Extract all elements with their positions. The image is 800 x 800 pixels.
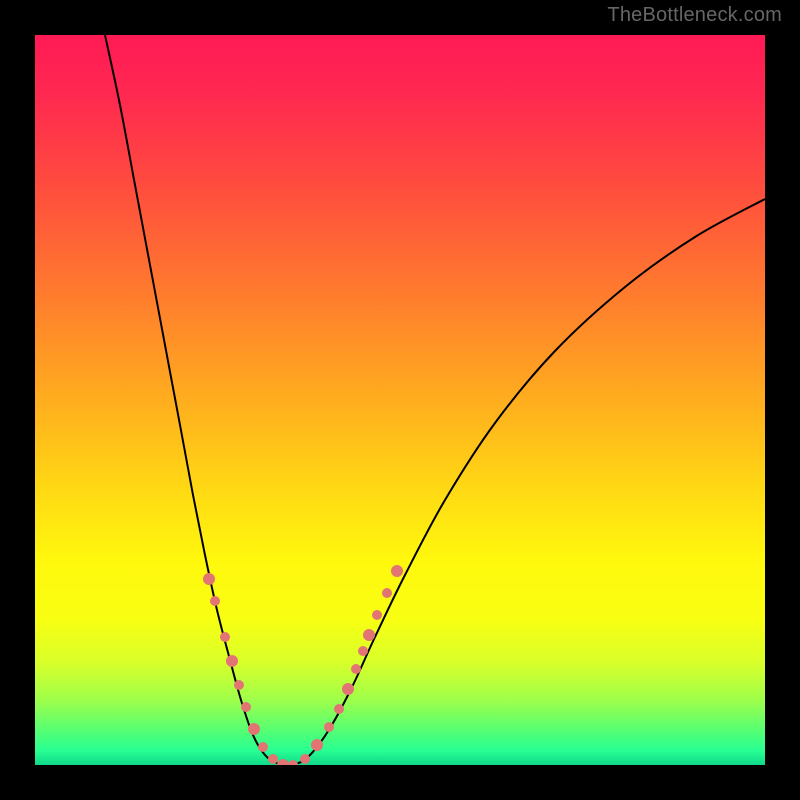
marker-point (351, 664, 361, 674)
marker-point (382, 588, 392, 598)
marker-point (248, 723, 260, 735)
plot-area (35, 35, 765, 765)
marker-point (311, 739, 323, 751)
marker-point (258, 742, 268, 752)
marker-point (372, 610, 382, 620)
marker-point (203, 573, 215, 585)
marker-point (288, 760, 298, 765)
chart-container: TheBottleneck.com (0, 0, 800, 800)
marker-point (391, 565, 403, 577)
marker-point (234, 680, 244, 690)
curve-left-branch (105, 35, 290, 765)
marker-point (226, 655, 238, 667)
marker-point (220, 632, 230, 642)
marker-point (268, 754, 278, 764)
curve-layer (35, 35, 765, 765)
marker-point (324, 722, 334, 732)
watermark-text: TheBottleneck.com (607, 4, 782, 27)
marker-point (334, 704, 344, 714)
marker-point (363, 629, 375, 641)
marker-point (241, 702, 251, 712)
marker-point (277, 759, 289, 765)
marker-point (300, 754, 310, 764)
marker-point (358, 646, 368, 656)
marker-point (210, 596, 220, 606)
marker-point (342, 683, 354, 695)
curve-right-branch (290, 199, 765, 765)
